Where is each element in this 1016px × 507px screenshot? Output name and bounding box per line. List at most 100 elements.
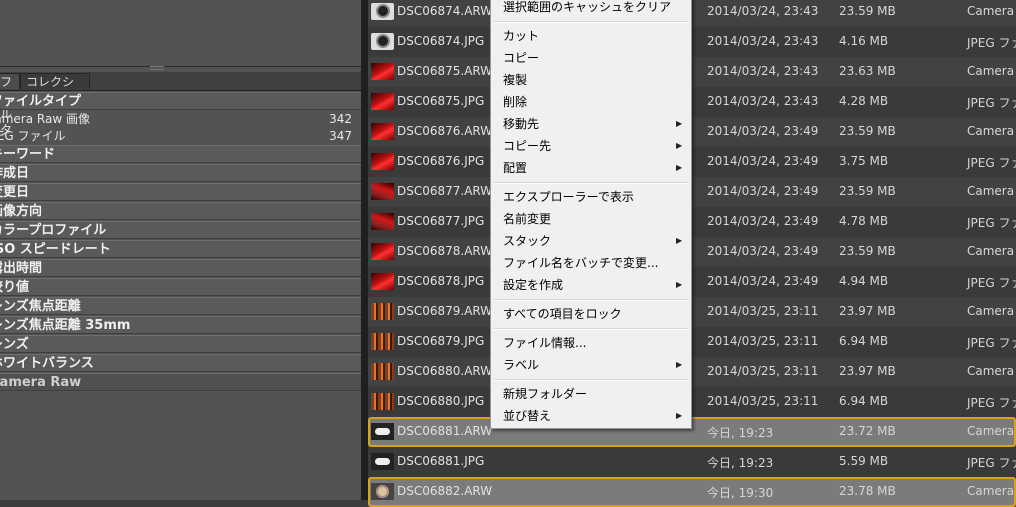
menu-item-label: 削除 [503, 95, 528, 109]
filter-category[interactable]: 画像方向 [0, 202, 361, 220]
file-row[interactable]: DSC06880.JPG 2014/03/25, 23:11 6.94 MB JPEG… [368, 387, 1016, 417]
menu-separator [494, 379, 688, 381]
file-row[interactable]: DSC06878.JPG 2014/03/24, 23:49 4.94 MB JPEG… [368, 267, 1016, 297]
filter-category[interactable]: レンズ焦点距離 35mm [0, 316, 361, 334]
file-row[interactable]: DSC06874.ARW 2014/03/24, 23:43 23.59 MB Cam… [368, 0, 1016, 27]
filter-category[interactable]: 作成日 [0, 164, 361, 182]
file-date: 2014/03/24, 23:43 [707, 34, 819, 48]
menu-item[interactable]: 移動先 ▶ [492, 114, 690, 134]
file-name: DSC06881.JPG [397, 454, 485, 468]
menu-item[interactable]: スタック ▶ [492, 231, 690, 251]
menu-item[interactable]: カット [492, 26, 690, 46]
filter-category[interactable]: レンズ焦点距離 [0, 297, 361, 315]
menu-item[interactable]: エクスプローラーで表示 [492, 187, 690, 207]
file-row[interactable]: DSC06882.ARW 今日, 19:30 23.78 MB Camera Raw [368, 477, 1016, 507]
file-thumbnail [371, 483, 394, 500]
tab-filter[interactable]: フィルター [0, 73, 20, 153]
file-size: 23.97 MB [839, 364, 896, 378]
file-row[interactable]: DSC06881.ARW 今日, 19:23 23.72 MB Camera Raw [368, 417, 1016, 447]
submenu-arrow-icon: ▶ [676, 163, 683, 172]
file-row[interactable]: DSC06874.JPG 2014/03/24, 23:43 4.16 MB JPEG… [368, 27, 1016, 57]
file-size: 23.59 MB [839, 244, 896, 258]
menu-item[interactable]: 削除 [492, 92, 690, 112]
menu-item-label: 新規フォルダー [503, 387, 588, 401]
file-type: JPEG ファイル [967, 336, 1016, 350]
filter-item[interactable]: JPEG ファイル 347 [0, 128, 361, 145]
filter-category[interactable]: レンズ [0, 335, 361, 353]
menu-item-label: 並び替え [503, 409, 552, 423]
file-size: 4.94 MB [839, 274, 889, 288]
menu-item[interactable]: 複製 [492, 70, 690, 90]
file-date: 2014/03/24, 23:49 [707, 154, 819, 168]
file-size: 23.72 MB [839, 424, 896, 438]
menu-item[interactable]: コピー先 ▶ [492, 136, 690, 156]
preview-panel [0, 0, 361, 67]
file-row[interactable]: DSC06876.ARW 2014/03/24, 23:49 23.59 MB Cam… [368, 117, 1016, 147]
menu-separator [494, 328, 688, 330]
tab-collection[interactable]: コレクション [20, 73, 90, 105]
filter-category[interactable]: Camera Raw [0, 373, 361, 391]
menu-item-label: 設定を作成 [503, 278, 564, 292]
file-type: JPEG ファイル [967, 156, 1016, 170]
menu-item[interactable]: 並び替え ▶ [492, 406, 690, 426]
file-type: Camera Raw [967, 484, 1016, 498]
file-thumbnail [371, 243, 394, 260]
menu-item[interactable]: 名前変更 [492, 209, 690, 229]
filter-category[interactable]: ファイルタイプ [0, 92, 361, 110]
menu-item-label: ファイル名をバッチで変更... [503, 256, 659, 270]
file-name: DSC06878.JPG [397, 274, 485, 288]
menu-item[interactable]: ラベル ▶ [492, 355, 690, 375]
file-size: 23.59 MB [839, 184, 896, 198]
file-row[interactable]: DSC06880.ARW 2014/03/25, 23:11 23.97 MB Cam… [368, 357, 1016, 387]
filter-category[interactable]: 絞り値 [0, 278, 361, 296]
filter-category[interactable]: 露出時間 [0, 259, 361, 277]
filter-category-label: キーワード [0, 147, 56, 162]
file-row[interactable]: DSC06876.JPG 2014/03/24, 23:49 3.75 MB JPEG… [368, 147, 1016, 177]
file-row[interactable]: DSC06875.ARW 2014/03/24, 23:43 23.63 MB Cam… [368, 57, 1016, 87]
file-type: Camera Raw [967, 424, 1016, 438]
menu-item-label: ファイル情報... [503, 336, 587, 350]
file-row[interactable]: DSC06878.ARW 2014/03/24, 23:49 23.59 MB Cam… [368, 237, 1016, 267]
menu-item[interactable]: すべての項目をロック [492, 304, 690, 324]
filter-item-count: 342 [329, 112, 352, 126]
filter-category-label: 絞り値 [0, 280, 30, 295]
filter-item[interactable]: Camera Raw 画像 342 [0, 111, 361, 128]
menu-item[interactable]: 配置 ▶ [492, 158, 690, 178]
filter-category[interactable]: ホワイトバランス [0, 354, 361, 372]
file-name: DSC06874.JPG [397, 34, 485, 48]
menu-separator [494, 182, 688, 184]
file-row[interactable]: DSC06877.JPG 2014/03/24, 23:49 4.78 MB JPEG… [368, 207, 1016, 237]
context-menu: 選択範囲のキャッシュをクリアカットコピー複製削除移動先 ▶ コピー先 ▶ 配置 ▶ エクスプ… [490, 0, 692, 429]
file-type: Camera Raw [967, 4, 1016, 18]
menu-item[interactable]: ファイル情報... [492, 333, 690, 353]
file-row[interactable]: DSC06877.ARW 2014/03/24, 23:49 23.59 MB Cam… [368, 177, 1016, 207]
menu-item[interactable]: ファイル名をバッチで変更... [492, 253, 690, 273]
file-date: 2014/03/24, 23:43 [707, 64, 819, 78]
file-row[interactable]: DSC06881.JPG 今日, 19:23 5.59 MB JPEG ファイル [368, 447, 1016, 477]
menu-item[interactable]: コピー [492, 48, 690, 68]
filter-category-label: ISO スピードレート [0, 242, 111, 257]
filter-category[interactable]: キーワード [0, 145, 361, 163]
filter-category[interactable]: カラープロファイル [0, 221, 361, 239]
menu-item-label: 複製 [503, 73, 528, 87]
file-thumbnail [371, 273, 394, 290]
menu-item[interactable]: 選択範囲のキャッシュをクリア [492, 0, 690, 17]
filter-category-label: 露出時間 [0, 261, 43, 276]
file-size: 3.75 MB [839, 154, 889, 168]
file-size: 4.16 MB [839, 34, 889, 48]
menu-separator [494, 299, 688, 301]
file-row[interactable]: DSC06879.JPG 2014/03/25, 23:11 6.94 MB JPEG… [368, 327, 1016, 357]
file-row[interactable]: DSC06875.JPG 2014/03/24, 23:43 4.28 MB JPEG… [368, 87, 1016, 117]
filter-category[interactable]: ISO スピードレート [0, 240, 361, 258]
file-name: DSC06881.ARW [397, 424, 493, 438]
file-list: DSC06874.ARW 2014/03/24, 23:43 23.59 MB Cam… [368, 0, 1016, 507]
panel-splitter[interactable] [361, 0, 368, 500]
file-name: DSC06879.JPG [397, 334, 485, 348]
file-row[interactable]: DSC06879.ARW 2014/03/25, 23:11 23.97 MB Cam… [368, 297, 1016, 327]
menu-item[interactable]: 設定を作成 ▶ [492, 275, 690, 295]
menu-item-label: カット [503, 29, 540, 43]
file-size: 6.94 MB [839, 394, 889, 408]
menu-item[interactable]: 新規フォルダー [492, 384, 690, 404]
file-type: JPEG ファイル [967, 276, 1016, 290]
filter-category[interactable]: 変更日 [0, 183, 361, 201]
